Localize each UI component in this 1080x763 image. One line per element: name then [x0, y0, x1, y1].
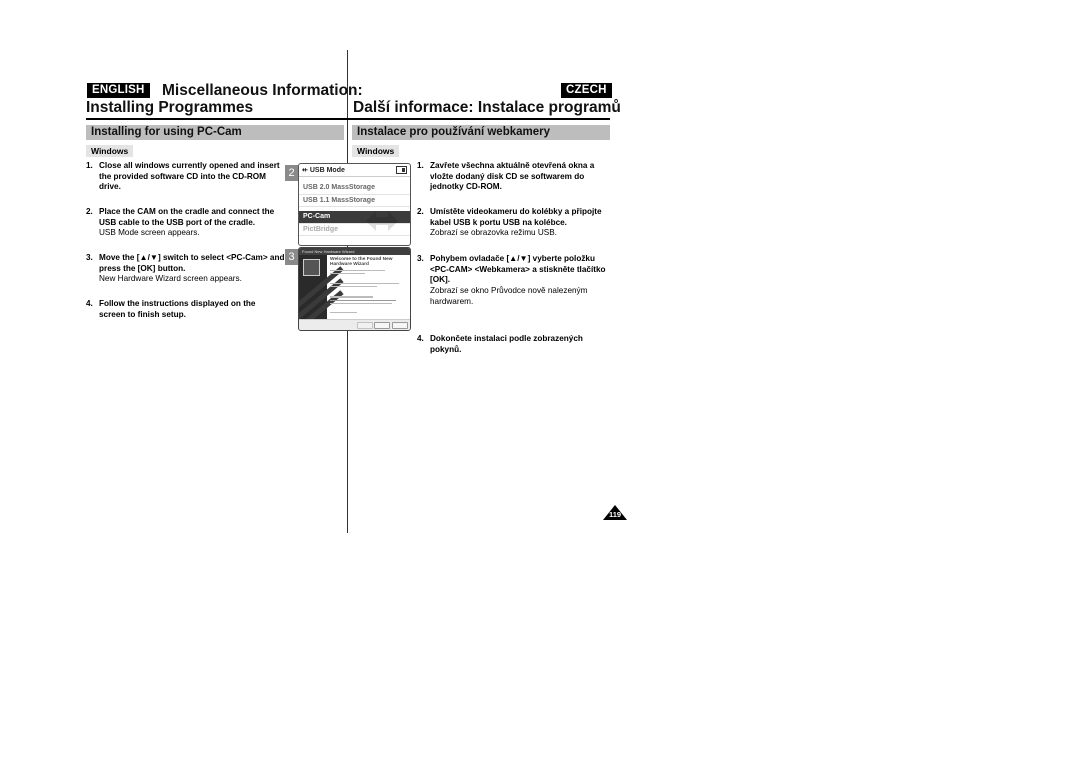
step-number: 1.	[417, 161, 424, 170]
figure-number-2: 2	[285, 165, 298, 181]
step-number: 3.	[86, 253, 93, 262]
wizard-back-button[interactable]	[357, 322, 373, 329]
section-bar-english: Installing for using PC-Cam	[86, 125, 344, 140]
step-4: 4. Follow the instructions displayed on …	[86, 299, 271, 320]
usb-menu-item[interactable]: USB 2.0 MassStorage	[299, 182, 410, 195]
step-instruction: Place the CAM on the cradle and connect …	[99, 207, 275, 227]
wizard-cancel-button[interactable]	[392, 322, 408, 329]
battery-icon	[396, 166, 407, 174]
step-1: 1. Zavřete všechna aktuálně otevřená okn…	[417, 161, 609, 193]
step-4: 4. Dokončete instalaci podle zobrazených…	[417, 334, 602, 355]
step-instruction: Pohybem ovladače [▲/▼] vyberte položku <…	[430, 254, 606, 285]
step-instruction: Move the [▲/▼] switch to select <PC-Cam>…	[99, 253, 285, 273]
step-note: USB Mode screen appears.	[99, 228, 200, 238]
step-2: 2. Umístěte videokameru do kolébky a při…	[417, 207, 609, 239]
usb-icon: ⇷	[302, 167, 308, 174]
step-3: 3. Move the [▲/▼] switch to select <PC-C…	[86, 253, 286, 285]
figure-number-3: 3	[285, 249, 298, 265]
page-title-line1: Miscellaneous Information:	[162, 82, 363, 99]
step-number: 2.	[417, 207, 424, 216]
step-number: 2.	[86, 207, 93, 216]
page-title-czech: Další informace: Instalace programů	[353, 99, 621, 116]
wizard-next-button[interactable]	[374, 322, 390, 329]
header-rule-left	[86, 118, 347, 120]
step-note: Zobrazí se obrazovka režimu USB.	[430, 228, 557, 238]
step-note: New Hardware Wizard screen appears.	[99, 274, 242, 284]
step-instruction: Zavřete všechna aktuálně otevřená okna a…	[430, 161, 595, 192]
page-title-line2: Installing Programmes	[86, 99, 254, 116]
wizard-heading: Welcome to the Found New Hardware Wizard	[330, 257, 393, 268]
step-1: 1. Close all windows currently opened an…	[86, 161, 286, 193]
step-2: 2. Place the CAM on the cradle and conne…	[86, 207, 286, 239]
header-rule-right	[347, 118, 610, 120]
step-instruction: Umístěte videokameru do kolébky a připoj…	[430, 207, 602, 227]
step-instruction: Dokončete instalaci podle zobrazených po…	[430, 334, 583, 354]
step-number: 1.	[86, 161, 93, 170]
step-number: 3.	[417, 254, 424, 263]
usb-mode-header: ⇷ USB Mode	[299, 164, 410, 177]
wizard-content: Welcome to the Found New Hardware Wizard	[330, 257, 408, 315]
hardware-icon	[303, 259, 320, 276]
step-number: 4.	[417, 334, 424, 343]
usb-watermark-icon	[366, 211, 398, 231]
os-tag-czech: Windows	[352, 145, 400, 157]
step-3: 3. Pohybem ovladače [▲/▼] vyberte položk…	[417, 254, 609, 308]
step-number: 4.	[86, 299, 93, 308]
wizard-titlebar: Found New Hardware Wizard	[299, 248, 410, 255]
step-note: Zobrazí se okno Průvodce nově nalezeným …	[430, 286, 588, 306]
step-instruction: Close all windows currently opened and i…	[99, 161, 280, 192]
language-badge-english: ENGLISH	[87, 83, 150, 98]
wizard-footer	[299, 319, 410, 330]
hardware-wizard-screen: Found New Hardware Wizard Welcome to the…	[298, 247, 411, 331]
page-number: 119	[608, 510, 622, 519]
language-badge-czech: CZECH	[561, 83, 612, 98]
os-tag-english: Windows	[86, 145, 134, 157]
wizard-side-panel	[299, 255, 344, 330]
section-bar-czech: Instalace pro používání webkamery	[352, 125, 610, 140]
step-instruction: Follow the instructions displayed on the…	[99, 299, 256, 319]
usb-mode-title: USB Mode	[309, 166, 345, 174]
usb-mode-screen: ⇷ USB Mode USB 2.0 MassStorage USB 1.1 M…	[298, 163, 411, 246]
